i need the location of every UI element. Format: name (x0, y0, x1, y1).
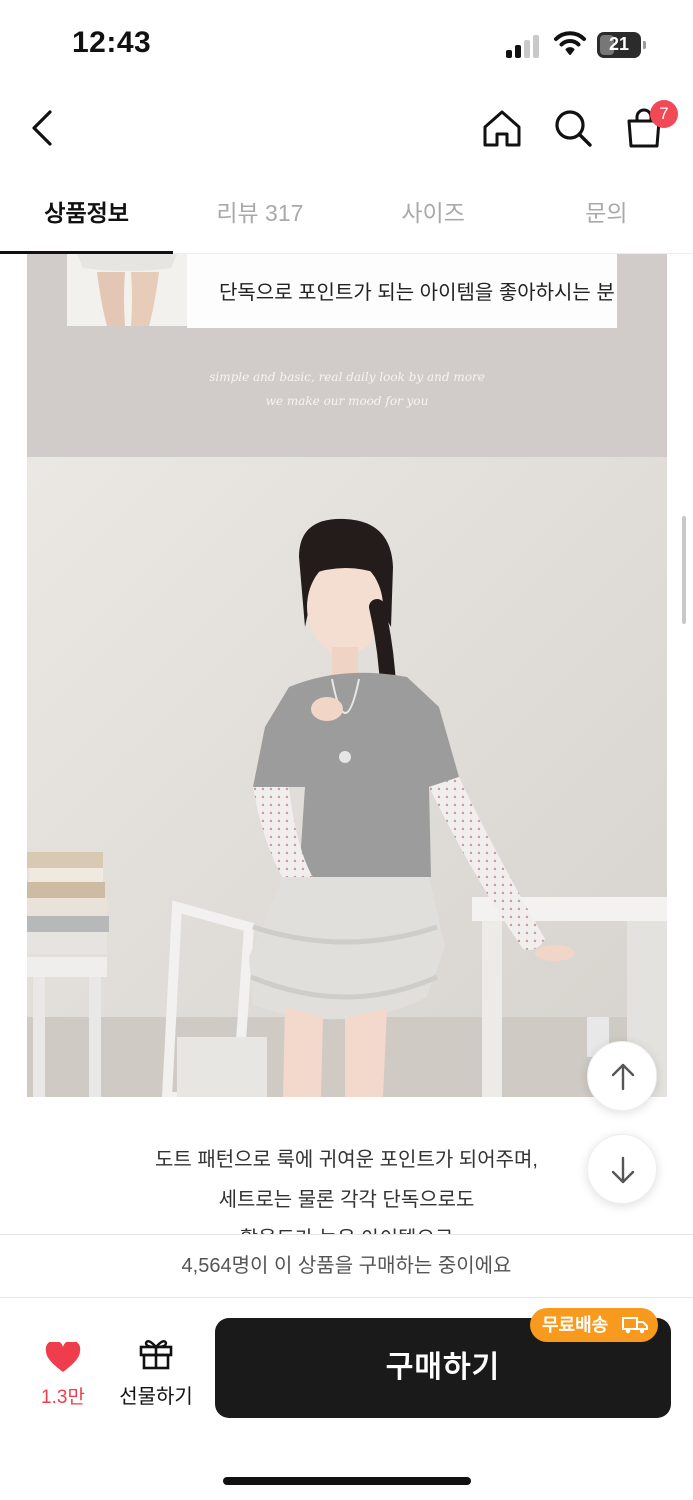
free-shipping-badge: 무료배송 (530, 1308, 658, 1342)
home-indicator (223, 1477, 471, 1485)
buyers-notice: 4,564명이 이 상품을 구매하는 중이에요 (0, 1234, 693, 1298)
tab-size[interactable]: 사이즈 (347, 172, 520, 253)
status-time: 12:43 (72, 26, 152, 59)
free-shipping-label: 무료배송 (542, 1315, 609, 1335)
caption-box: 단독으로 포인트가 되는 아이템을 좋아하시는 분 (187, 254, 617, 328)
tab-product-info[interactable]: 상품정보 (0, 172, 174, 254)
cart-count-badge: 7 (650, 100, 678, 128)
scroll-bottom-button[interactable] (587, 1134, 657, 1204)
back-icon[interactable] (24, 108, 60, 148)
gift-label: 선물하기 (119, 1386, 193, 1408)
script-text-line1: simple and basic, real daily look by and… (209, 370, 485, 384)
battery-icon: 21 (597, 32, 646, 58)
like-count: 1.3만 (41, 1387, 85, 1408)
product-tabs: 상품정보 리뷰 317 사이즈 문의 (0, 172, 693, 254)
battery-level: 21 (608, 34, 630, 54)
arrow-down-icon (611, 1156, 635, 1184)
truck-icon (622, 1317, 648, 1334)
tab-reviews[interactable]: 리뷰 317 (173, 172, 346, 253)
bottom-action-bar: 1.3만 선물하기 구매하기 무료배송 (0, 1298, 693, 1500)
gift-button[interactable]: 선물하기 (112, 1334, 200, 1408)
product-detail-banner: 단독으로 포인트가 되는 아이템을 좋아하시는 분 simple and bas… (27, 254, 667, 457)
caption-text: 단독으로 포인트가 되는 아이템을 좋아하시는 분 (219, 282, 615, 304)
scrollbar[interactable] (682, 516, 686, 624)
top-navigation (0, 90, 693, 170)
cellular-signal-icon (506, 34, 542, 58)
status-bar: 12:43 21 (0, 0, 693, 90)
gift-icon (139, 1340, 173, 1370)
tab-inquiry[interactable]: 문의 (520, 172, 693, 253)
product-model-photo (27, 457, 667, 1097)
description-line3: 활용도가 높은 아이템으로 (0, 1222, 693, 1234)
heart-icon (45, 1342, 81, 1372)
like-button[interactable]: 1.3만 (30, 1338, 96, 1408)
search-icon[interactable] (551, 106, 595, 150)
product-thumbnail-image (67, 254, 187, 326)
arrow-up-icon (611, 1063, 635, 1091)
wifi-icon (554, 31, 586, 55)
script-text-line2: we make our mood for you (265, 394, 429, 408)
home-icon[interactable] (480, 106, 524, 150)
scroll-top-button[interactable] (587, 1041, 657, 1111)
